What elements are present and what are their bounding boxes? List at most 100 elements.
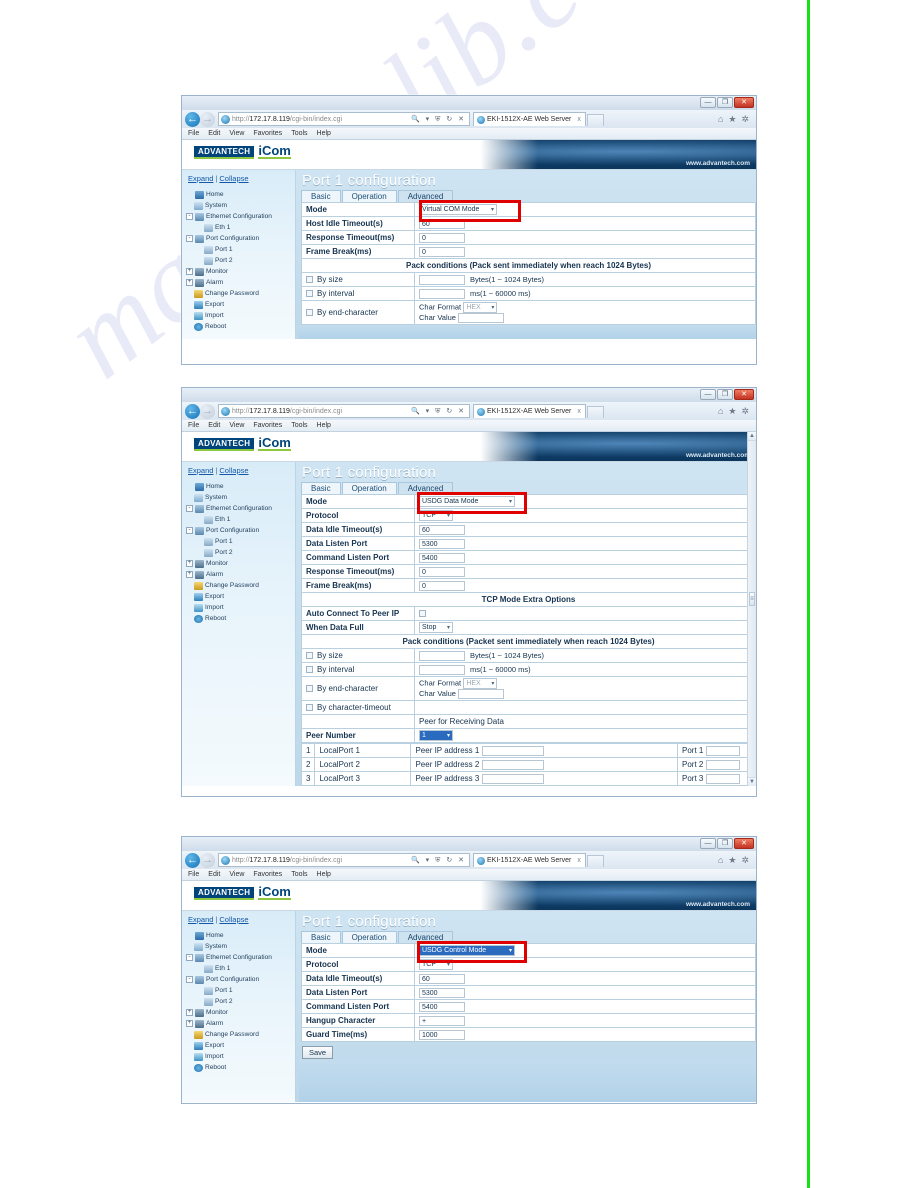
char-value-input[interactable]: . [458,313,505,323]
response-timeout-input[interactable]: 0 [419,232,465,243]
menu-edit[interactable]: Edit [208,871,220,878]
tab-advanced[interactable]: Advanced [397,931,454,943]
back-arrow-icon[interactable]: ← [185,852,200,868]
by-interval-checkbox[interactable] [306,290,313,298]
tree-toggle[interactable]: + [186,1020,193,1027]
sidebar-item-home[interactable]: Home [182,481,295,492]
sidebar-item-ethernet-configuration[interactable]: - Ethernet Configuration [182,211,295,222]
sidebar-item-reboot[interactable]: Reboot [182,1062,295,1073]
settings-gear-icon[interactable]: ✲ [741,114,749,125]
address-bar[interactable]: http://172.17.8.119/cgi-bin/index.cgi 🔍 … [218,404,470,418]
maximize-button[interactable]: ❐ [717,838,733,849]
sidebar-item-import[interactable]: Import [182,310,295,321]
tab-basic[interactable]: Basic [301,482,341,494]
hangup-character-input[interactable]: + [419,1015,465,1026]
scrollbar-thumb[interactable]: ≡ [749,592,755,606]
sidebar-item-eth1[interactable]: Eth 1 [182,514,295,525]
peer-port-input[interactable]: . [705,773,740,784]
data-listen-port-input[interactable]: 5300 [419,987,465,998]
tab-operation[interactable]: Operation [341,482,397,494]
menu-tools[interactable]: Tools [291,871,307,878]
sidebar-item-eth1[interactable]: Eth 1 [182,222,295,233]
peer-ip-input[interactable]: . [481,745,544,756]
menu-help[interactable]: Help [317,130,331,137]
by-size-cell[interactable]: By size [301,648,415,663]
by-interval-cell[interactable]: By interval [301,286,415,301]
tree-toggle[interactable]: - [186,505,193,512]
by-size-checkbox[interactable] [306,276,313,284]
home-icon[interactable]: ⌂ [718,114,723,125]
address-bar[interactable]: http://172.17.8.119/cgi-bin/index.cgi 🔍 … [218,112,470,126]
advantech-logo[interactable]: ADVANTECH iCom [194,436,291,451]
tree-toggle[interactable]: + [186,279,193,286]
tab-operation[interactable]: Operation [341,190,397,202]
forward-arrow-icon[interactable]: → [200,111,215,127]
peer-port-input[interactable]: . [705,745,740,756]
tree-toggle[interactable]: - [186,213,193,220]
tree-toggle[interactable]: + [186,268,193,275]
sidebar-item-change-password[interactable]: Change Password [182,580,295,591]
menu-edit[interactable]: Edit [208,422,220,429]
sidebar-item-port-1[interactable]: Port 1 [182,985,295,996]
tree-toggle[interactable]: + [186,560,193,567]
sidebar-item-monitor[interactable]: + Monitor [182,266,295,277]
close-button[interactable]: ✕ [734,838,754,849]
settings-gear-icon[interactable]: ✲ [741,855,749,866]
tree-toggle[interactable]: - [186,235,193,242]
browser-tab[interactable]: EKI-1512X-AE Web Server x [473,853,586,867]
sidebar-item-system[interactable]: System [182,492,295,503]
mode-select[interactable]: Virtual COM Mode ▾ [419,204,497,215]
sidebar-item-eth1[interactable]: Eth 1 [182,963,295,974]
auto-connect-checkbox[interactable] [419,610,426,618]
peer-local-port[interactable]: LocalPort 2 [314,757,412,772]
sidebar-item-home[interactable]: Home [182,189,295,200]
tab-basic[interactable]: Basic [301,190,341,202]
by-size-input[interactable]: . [419,274,465,285]
peer-number-select[interactable]: 1 ▾ [419,730,453,741]
char-format-select[interactable]: HEX ▾ [463,678,498,689]
sidebar-item-alarm[interactable]: + Alarm [182,277,295,288]
tree-toggle[interactable]: - [186,527,193,534]
sidebar-item-reboot[interactable]: Reboot [182,613,295,624]
address-bar-icons[interactable]: 🔍 ▾ ⛨ ↻ ✕ [411,407,467,416]
command-listen-port-input[interactable]: 5400 [419,552,465,563]
protocol-select[interactable]: TCP ▾ [419,959,453,970]
tab-close-icon[interactable]: x [577,408,581,415]
menu-help[interactable]: Help [317,871,331,878]
by-size-checkbox[interactable] [306,652,313,660]
sidebar-item-system[interactable]: System [182,941,295,952]
peer-ip-input[interactable]: . [481,759,544,770]
sidebar-item-port-1[interactable]: Port 1 [182,536,295,547]
collapse-link[interactable]: Collapse [219,915,248,924]
back-arrow-icon[interactable]: ← [185,403,200,419]
sidebar-item-reboot[interactable]: Reboot [182,321,295,332]
scroll-down-arrow-icon[interactable]: ▼ [748,777,756,786]
new-tab-button[interactable] [586,855,604,867]
menu-view[interactable]: View [229,130,244,137]
tab-basic[interactable]: Basic [301,931,341,943]
address-bar[interactable]: http://172.17.8.119/cgi-bin/index.cgi 🔍 … [218,853,470,867]
advantech-logo[interactable]: ADVANTECH iCom [194,144,291,159]
tree-toggle[interactable] [186,191,193,198]
by-size-cell[interactable]: By size [301,272,415,287]
menu-edit[interactable]: Edit [208,130,220,137]
minimize-button[interactable]: — [700,838,716,849]
sidebar-item-import[interactable]: Import [182,1051,295,1062]
menu-favorites[interactable]: Favorites [253,871,282,878]
peer-local-port[interactable]: LocalPort 3 [314,771,412,786]
sidebar-item-home[interactable]: Home [182,930,295,941]
sidebar-item-port-2[interactable]: Port 2 [182,255,295,266]
menu-tools[interactable]: Tools [291,422,307,429]
settings-gear-icon[interactable]: ✲ [741,406,749,417]
forward-arrow-icon[interactable]: → [200,852,215,868]
tree-toggle[interactable]: - [186,976,193,983]
collapse-link[interactable]: Collapse [219,174,248,183]
sidebar-item-export[interactable]: Export [182,299,295,310]
advantech-logo[interactable]: ADVANTECH iCom [194,885,291,900]
page-vertical-scrollbar[interactable]: ▲ ≡ ▼ [747,432,756,786]
save-button[interactable]: Save [302,1046,334,1059]
maximize-button[interactable]: ❐ [717,389,733,400]
home-icon[interactable]: ⌂ [718,855,723,866]
favorites-star-icon[interactable]: ★ [728,114,736,125]
sidebar-item-ethernet-configuration[interactable]: - Ethernet Configuration [182,503,295,514]
